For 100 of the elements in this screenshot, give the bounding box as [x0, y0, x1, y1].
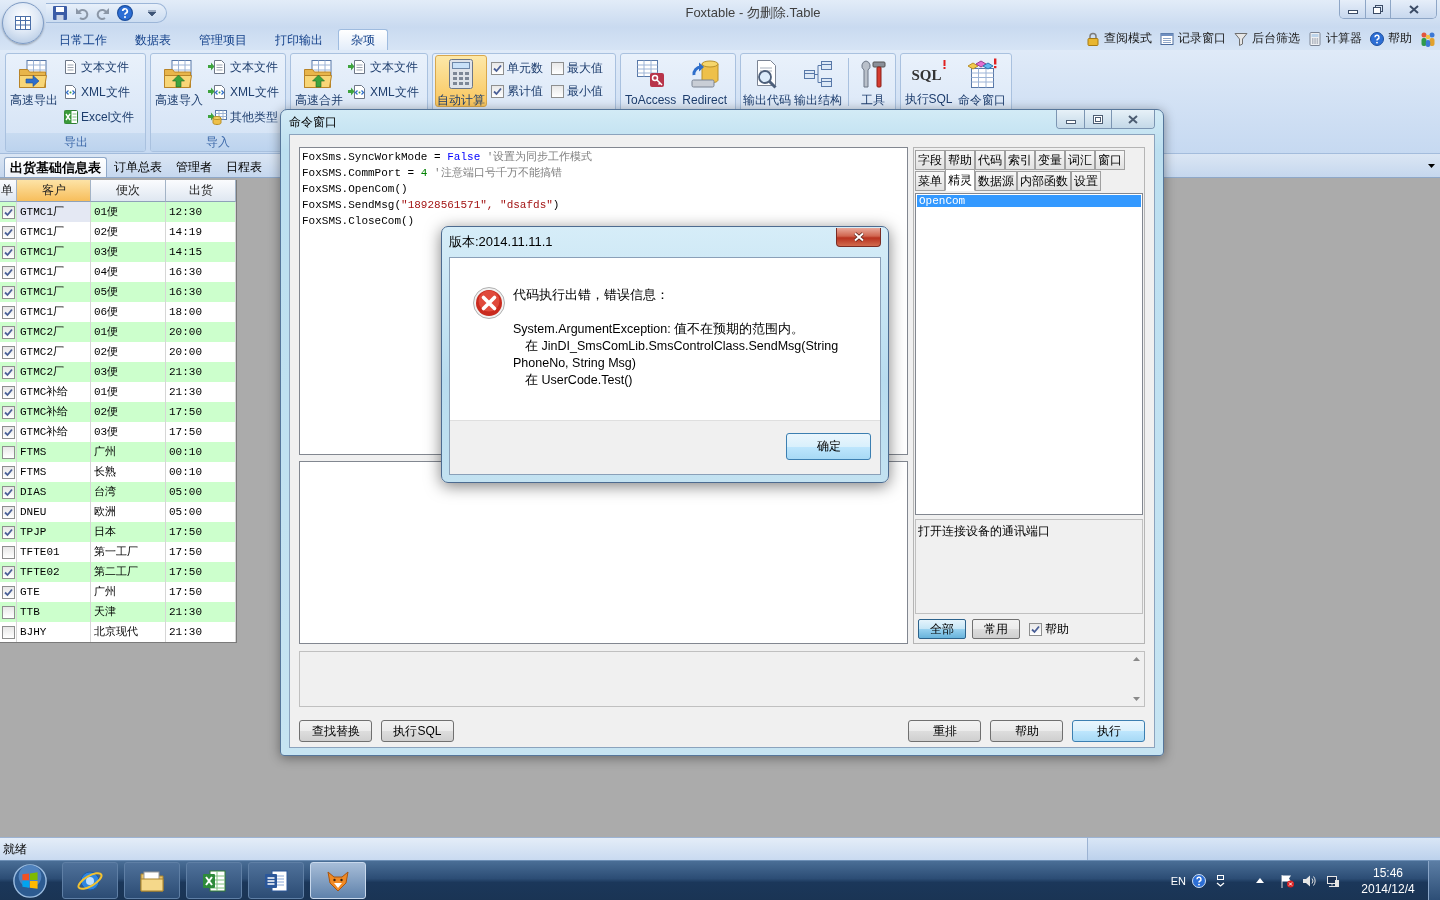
sheet-tab[interactable]: 管理者 — [169, 157, 219, 177]
checkbox[interactable] — [2, 225, 15, 239]
show-desktop-button[interactable] — [1428, 861, 1440, 900]
ribbon-button[interactable]: 高速合并 — [293, 55, 345, 107]
ribbon-button[interactable]: ToAccess — [623, 55, 679, 107]
ok-button[interactable]: 确定 — [786, 433, 871, 460]
ribbon-button[interactable]: 输出结构 — [793, 55, 842, 107]
filter-button[interactable]: 全部 — [918, 619, 966, 639]
checkbox-label[interactable]: 帮助 — [1045, 620, 1069, 638]
output-field[interactable] — [299, 651, 1145, 707]
checkbox[interactable] — [2, 345, 15, 359]
action-button[interactable]: 帮助 — [990, 720, 1063, 742]
checkbox[interactable] — [2, 565, 15, 579]
ribbon-button[interactable]: Redirect — [680, 55, 730, 107]
ribbon-button[interactable]: 输出代码 — [743, 55, 792, 107]
toolbar-link[interactable]: 记录窗口 — [1160, 30, 1226, 47]
caret-icon[interactable] — [148, 10, 156, 16]
column-header[interactable]: 单 — [0, 180, 17, 202]
panel-tab[interactable]: 索引 — [1005, 150, 1035, 170]
toolbar-link[interactable]: 计算器 — [1308, 30, 1362, 47]
column-header[interactable]: 出货 — [166, 180, 236, 202]
ribbon-button[interactable]: 高速导入 — [153, 55, 205, 107]
toolbar-link[interactable]: 帮助 — [1370, 30, 1412, 47]
ribbon-button[interactable]: 其他类型 — [208, 107, 279, 127]
checkbox[interactable] — [2, 465, 15, 479]
ribbon-button[interactable]: 命令窗口 — [956, 55, 1007, 107]
panel-tab[interactable]: 精灵 — [945, 169, 975, 191]
ribbon-button[interactable]: Excel文件 — [63, 107, 135, 127]
ribbon-button[interactable]: XML文件 — [208, 82, 279, 102]
panel-tab[interactable]: 代码 — [975, 150, 1005, 170]
column-header[interactable]: 客户 — [17, 180, 91, 202]
panel-tab[interactable]: 词汇 — [1065, 150, 1095, 170]
save-icon[interactable] — [52, 5, 68, 21]
clock-date[interactable]: 2014/12/4 — [1361, 880, 1415, 897]
taskbar-button[interactable] — [248, 862, 304, 899]
checkbox[interactable] — [2, 325, 15, 339]
ribbon-button[interactable]: XML文件 — [63, 82, 135, 102]
ribbon-tab[interactable]: 数据表 — [122, 29, 184, 50]
checkbox[interactable] — [491, 61, 504, 75]
action-button[interactable]: 重排 — [908, 720, 981, 742]
clock-time[interactable]: 15:46 — [1373, 864, 1403, 881]
checkbox[interactable] — [2, 265, 15, 279]
panel-tab[interactable]: 设置 — [1071, 171, 1101, 191]
checkbox[interactable] — [551, 84, 564, 98]
close-button[interactable] — [1390, 0, 1436, 18]
ribbon-button[interactable]: SQL 执行SQL — [903, 55, 954, 107]
caret-up-icon[interactable] — [1256, 878, 1264, 883]
checkbox[interactable] — [2, 205, 15, 219]
checkbox[interactable] — [2, 445, 15, 459]
checkbox[interactable] — [2, 505, 15, 519]
panel-tab[interactable]: 帮助 — [945, 150, 975, 170]
panel-tab[interactable]: 窗口 — [1095, 150, 1125, 170]
checkbox[interactable] — [2, 485, 15, 499]
ribbon-button[interactable]: 工具 — [855, 55, 891, 107]
scroll-up-icon[interactable] — [1133, 657, 1140, 661]
checkbox-label[interactable]: 累计值 — [507, 82, 543, 100]
ribbon-tab[interactable]: 打印输出 — [262, 29, 336, 50]
scroll-down-icon[interactable] — [1133, 697, 1140, 701]
network-icon[interactable] — [1326, 873, 1340, 888]
minimize-button[interactable] — [1057, 110, 1084, 128]
checkbox[interactable] — [2, 245, 15, 259]
toolbar-link[interactable]: 查阅模式 — [1086, 30, 1152, 47]
action-button[interactable]: 查找替换 — [299, 720, 372, 742]
taskbar-button[interactable] — [186, 862, 242, 899]
maximize-button[interactable] — [1084, 110, 1111, 128]
text-area-field[interactable] — [299, 461, 908, 644]
checkbox[interactable] — [2, 425, 15, 439]
checkbox[interactable] — [2, 385, 15, 399]
ribbon-tab[interactable]: 管理项目 — [186, 29, 260, 50]
checkbox-label[interactable]: 最大值 — [567, 59, 603, 77]
sheet-tab[interactable]: 出货基础信息表 — [4, 157, 107, 177]
checkbox[interactable] — [1029, 622, 1042, 636]
help-icon[interactable] — [117, 5, 133, 21]
panel-tab[interactable]: 数据源 — [975, 171, 1017, 191]
checkbox[interactable] — [2, 545, 15, 559]
ribbon-button[interactable]: XML文件 — [348, 82, 419, 102]
ribbon-button[interactable]: 文本文件 — [348, 57, 419, 77]
checkbox-label[interactable]: 最小值 — [567, 82, 603, 100]
dropdown-arrow-icon[interactable] — [1428, 163, 1435, 168]
panel-tab[interactable]: 变量 — [1035, 150, 1065, 170]
checkbox-label[interactable]: 单元数 — [507, 59, 543, 77]
checkbox[interactable] — [2, 525, 15, 539]
panel-tab[interactable]: 字段 — [915, 150, 945, 170]
taskbar-button[interactable] — [62, 862, 118, 899]
sheet-tab[interactable]: 日程表 — [219, 157, 269, 177]
toolbar-link[interactable]: 后台筛选 — [1234, 30, 1300, 47]
panel-tab[interactable]: 菜单 — [915, 171, 945, 191]
action-button[interactable]: 执行SQL — [381, 720, 454, 742]
minimize-button[interactable] — [1340, 0, 1365, 18]
ribbon-button[interactable]: 高速导出 — [8, 55, 60, 107]
filter-button[interactable]: 常用 — [972, 619, 1020, 639]
checkbox[interactable] — [2, 365, 15, 379]
checkbox[interactable] — [2, 405, 15, 419]
checkbox[interactable] — [491, 84, 504, 98]
sheet-tab[interactable]: 订单总表 — [107, 157, 169, 177]
speaker-icon[interactable] — [1302, 873, 1316, 888]
language-indicator[interactable]: EN — [1170, 874, 1186, 887]
checkbox[interactable] — [2, 585, 15, 599]
taskbar-button[interactable] — [124, 862, 180, 899]
ribbon-tab[interactable]: 杂项 — [338, 29, 388, 50]
